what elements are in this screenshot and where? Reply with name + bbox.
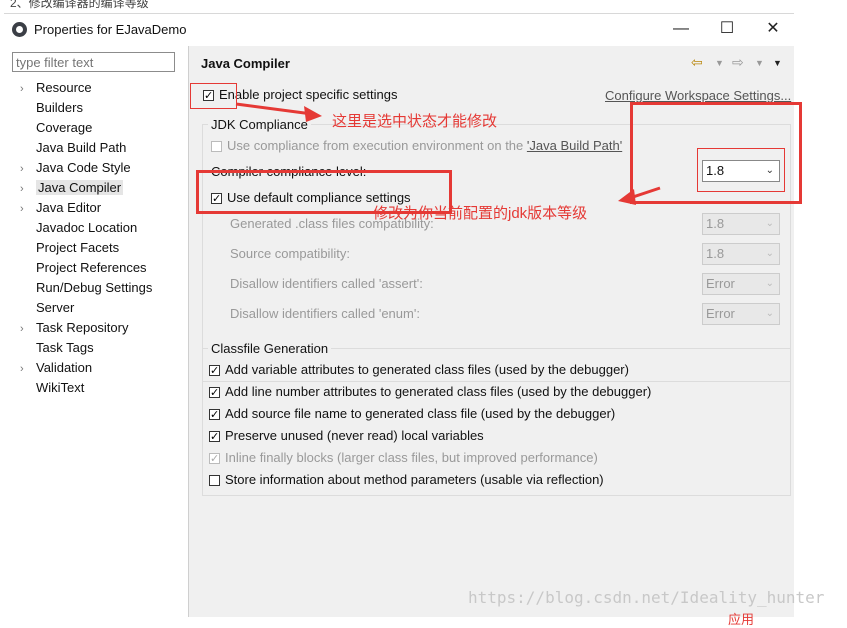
- arrow-head-version: [618, 189, 636, 205]
- bottom-annotation-fragment: 应用: [728, 612, 755, 627]
- arrow-head-enable: [304, 106, 322, 122]
- arrow-line-enable: [235, 102, 313, 116]
- watermark: https://blog.csdn.net/Ideality_hunter: [468, 588, 825, 607]
- annotation-note-version: 修改为你当前配置的jdk版本等级: [373, 205, 588, 222]
- annotation-arrows: [235, 102, 661, 205]
- annotation-note-enable: 这里是选中状态才能修改: [332, 113, 498, 130]
